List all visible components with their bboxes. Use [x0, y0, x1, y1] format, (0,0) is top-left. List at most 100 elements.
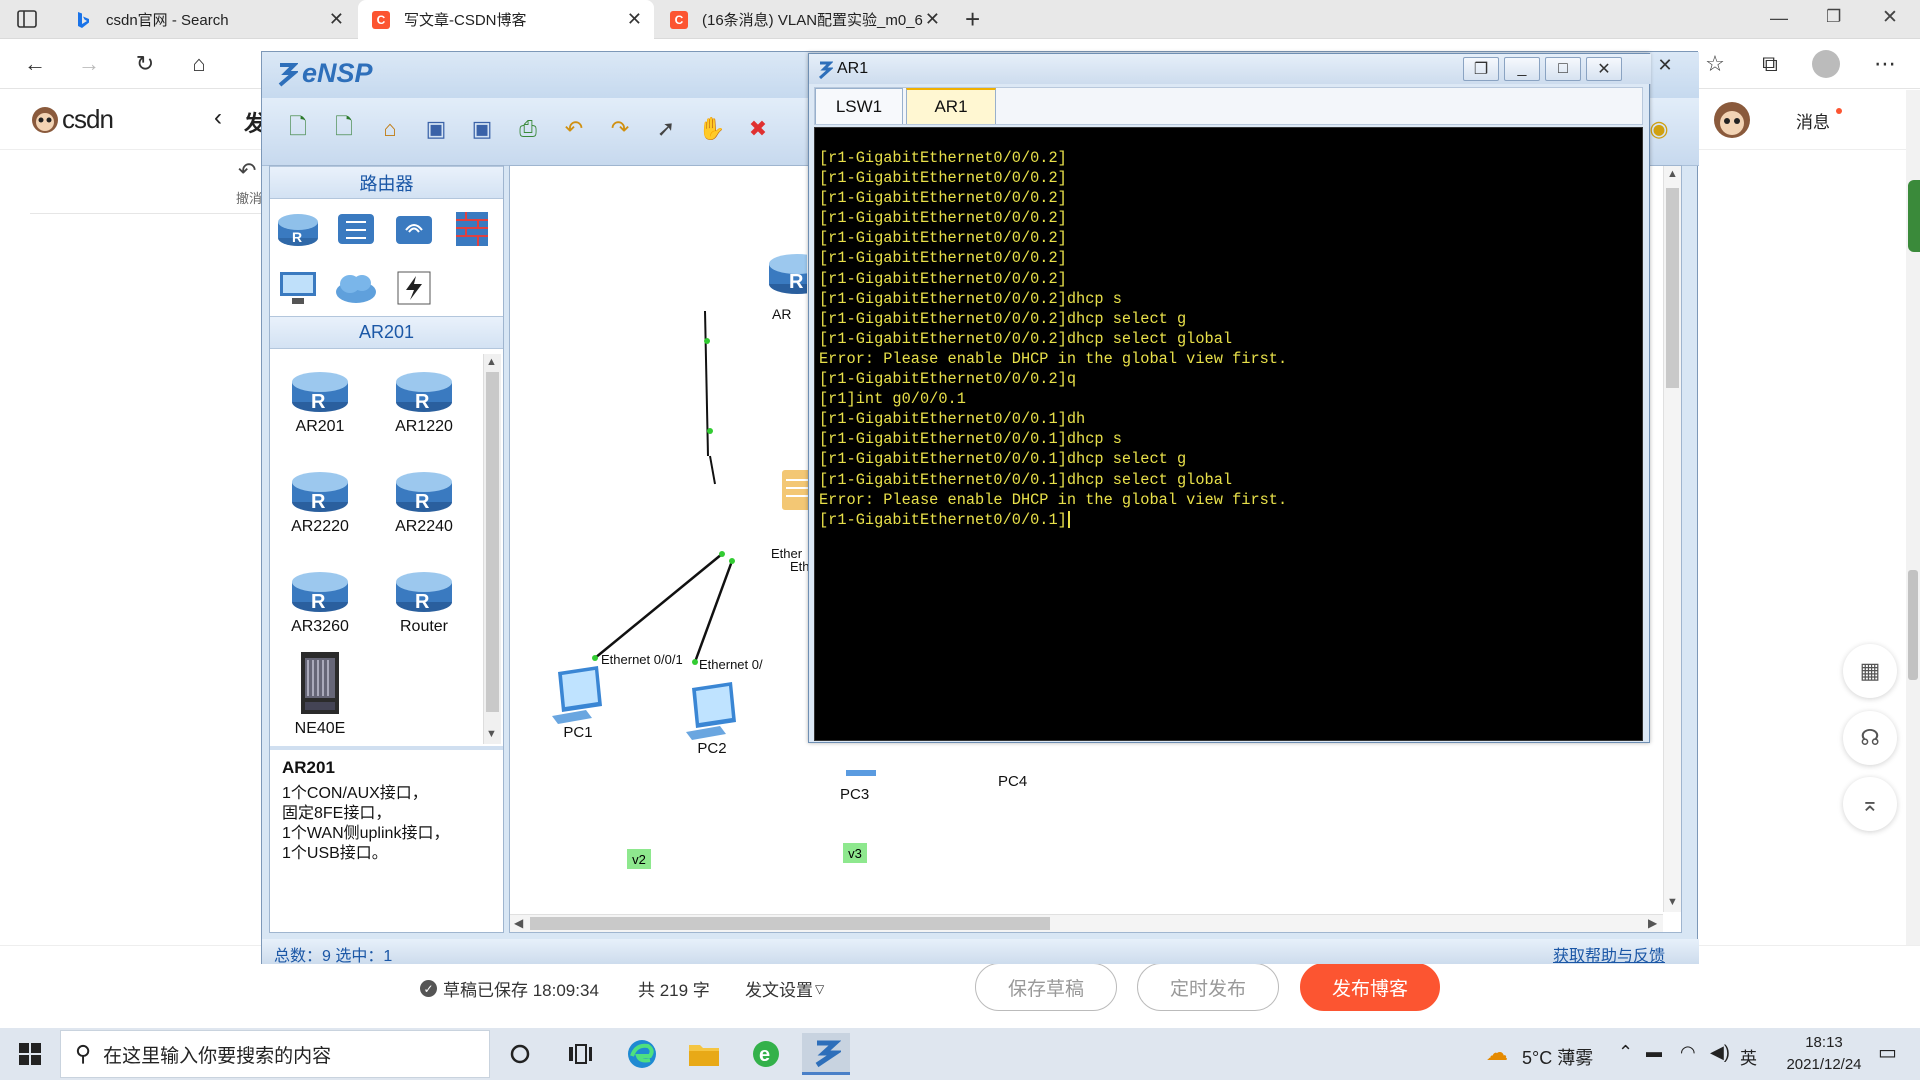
device-ar3260[interactable]: R AR3260	[280, 562, 360, 636]
chevron-left-icon[interactable]: ◀	[514, 916, 523, 930]
device-list-scrollbar[interactable]: ▲ ▼	[483, 354, 501, 744]
new-topology-icon[interactable]: 🗋	[281, 112, 315, 146]
device-ar2220[interactable]: R AR2220	[280, 462, 360, 536]
favorites-icon[interactable]: ☆	[1700, 49, 1730, 79]
ie-browser-icon[interactable]: e	[742, 1033, 790, 1075]
browser-tab-write-article[interactable]: C 写文章-CSDN博客 ✕	[358, 0, 654, 39]
side-widget[interactable]	[1908, 180, 1920, 252]
back-icon[interactable]: ←	[20, 49, 50, 79]
select-pointer-icon[interactable]: ➚	[649, 112, 683, 146]
wifi-icon[interactable]: ◠	[1680, 1042, 1696, 1063]
refresh-icon[interactable]: ↻	[130, 49, 160, 79]
battery-icon[interactable]: ▬	[1646, 1044, 1662, 1062]
task-view-icon[interactable]	[556, 1033, 604, 1075]
windows-start-icon[interactable]	[6, 1033, 54, 1075]
save-icon[interactable]: ▣	[419, 112, 453, 146]
publish-settings[interactable]: 发文设置 ▽	[745, 976, 824, 1001]
maximize-icon[interactable]: □	[1545, 57, 1581, 81]
pc-node[interactable]: PC2	[676, 682, 748, 757]
close-icon[interactable]: ✕	[1586, 57, 1622, 81]
tab-ar1[interactable]: AR1	[906, 88, 996, 124]
device-ar1220[interactable]: R AR1220	[384, 362, 464, 436]
switch-category-icon[interactable]	[334, 208, 378, 248]
chevron-down-icon[interactable]: ▼	[1667, 896, 1678, 908]
chevron-down-icon[interactable]: ▼	[486, 728, 497, 740]
print-icon[interactable]: ⎙	[511, 112, 545, 146]
router-node-icon[interactable]: R	[767, 246, 807, 296]
help-feedback-link[interactable]: 获取帮助与反馈	[1553, 942, 1665, 966]
hand-icon[interactable]: ✋	[695, 112, 729, 146]
home-icon[interactable]: ⌂	[184, 49, 214, 79]
browser-tab-vlan[interactable]: C (16条消息) VLAN配置实验_m0_6 ✕	[656, 0, 952, 39]
firewall-category-icon[interactable]	[450, 208, 494, 248]
cloud-category-icon[interactable]	[334, 268, 378, 308]
restore-icon[interactable]: ❐	[1826, 7, 1841, 27]
chevron-up-icon[interactable]: ▲	[1667, 168, 1678, 180]
router-category-icon[interactable]: R	[276, 208, 320, 248]
schedule-button[interactable]: 定时发布	[1137, 963, 1279, 1011]
save-as-icon[interactable]: ▣	[465, 112, 499, 146]
terminal-screen[interactable]: [r1-GigabitEthernet0/0/0.2] [r1-GigabitE…	[814, 127, 1643, 741]
pc-icon[interactable]	[846, 770, 876, 776]
device-ar201[interactable]: R AR201	[280, 362, 360, 436]
wlan-category-icon[interactable]	[392, 208, 436, 248]
new-example-icon[interactable]: 🗋	[327, 112, 361, 146]
vlan-label[interactable]: v3	[843, 843, 867, 863]
chevron-left-icon[interactable]: ‹	[214, 104, 222, 132]
scrollbar-thumb[interactable]	[1908, 570, 1918, 680]
clock-time[interactable]: 18:13	[1784, 1034, 1864, 1051]
taskbar-search[interactable]: ⚲ 在这里输入你要搜索的内容	[60, 1030, 490, 1078]
chevron-up-icon[interactable]: ▲	[486, 356, 497, 368]
csdn-logo[interactable]: csdn	[30, 104, 114, 135]
clock-date[interactable]: 2021/12/24	[1770, 1056, 1878, 1073]
ensp-close-icon[interactable]: ✕	[1653, 53, 1677, 77]
publish-button[interactable]: 发布博客	[1300, 963, 1440, 1011]
back-to-top-icon[interactable]: ⌅	[1843, 777, 1897, 831]
undo-ensp-icon[interactable]: ↶	[557, 112, 591, 146]
chevron-up-icon[interactable]: ⌃	[1618, 1042, 1633, 1063]
cortana-icon[interactable]	[496, 1033, 544, 1075]
volume-icon[interactable]: ◀)	[1710, 1042, 1730, 1063]
restore-icon[interactable]: ❐	[1463, 57, 1499, 81]
forward-icon[interactable]: →	[74, 49, 104, 79]
minimize-icon[interactable]: _	[1504, 57, 1540, 81]
vlan-label[interactable]: v2	[627, 849, 651, 869]
canvas-vscrollbar[interactable]: ▲ ▼	[1663, 166, 1681, 912]
close-icon[interactable]: ✕	[329, 9, 344, 30]
undo-icon[interactable]: ↶	[238, 158, 256, 184]
weather-text[interactable]: 5°C 薄雾	[1522, 1044, 1593, 1070]
open-icon[interactable]: ⌂	[373, 112, 407, 146]
connection-category-icon[interactable]	[392, 268, 436, 308]
scrollbar-thumb[interactable]	[530, 917, 1050, 930]
device-ar2240[interactable]: R AR2240	[384, 462, 464, 536]
messages-link[interactable]: 消息	[1796, 108, 1830, 133]
pc-category-icon[interactable]	[276, 268, 320, 308]
device-ne40e[interactable]: NE40E	[280, 650, 360, 738]
notification-icon[interactable]: ▭	[1878, 1040, 1897, 1065]
qrcode-icon[interactable]: ▦	[1843, 644, 1897, 698]
device-router[interactable]: R Router	[384, 562, 464, 636]
tab-lsw1[interactable]: LSW1	[815, 88, 903, 124]
browser-tab-bing[interactable]: csdn官网 - Search ✕	[60, 0, 356, 39]
edge-browser-icon[interactable]	[618, 1033, 666, 1075]
more-icon[interactable]: ⋯	[1870, 49, 1900, 79]
chevron-right-icon[interactable]: ▶	[1648, 916, 1657, 930]
profile-avatar[interactable]	[1812, 50, 1840, 78]
ime-indicator[interactable]: 英	[1740, 1044, 1757, 1069]
ensp-taskbar-icon[interactable]	[802, 1033, 850, 1075]
save-draft-button[interactable]: 保存草稿	[975, 963, 1117, 1011]
collections-icon[interactable]: ⧉	[1755, 49, 1785, 79]
new-tab-button[interactable]: +	[965, 4, 980, 35]
close-icon[interactable]: ✕	[925, 9, 940, 30]
close-icon[interactable]: ✕	[627, 9, 642, 30]
delete-icon[interactable]: ✖	[741, 112, 775, 146]
terminal-titlebar[interactable]: AR1 ❐ _ □ ✕	[809, 54, 1651, 84]
scrollbar-thumb[interactable]	[1666, 188, 1679, 388]
close-window-icon[interactable]: ✕	[1882, 6, 1898, 29]
canvas-hscrollbar[interactable]: ◀ ▶	[510, 914, 1663, 932]
redo-icon[interactable]: ↷	[603, 112, 637, 146]
tab-actions-icon[interactable]	[16, 9, 38, 29]
weather-icon[interactable]: ☁	[1486, 1040, 1508, 1066]
customer-service-icon[interactable]: ☊	[1843, 711, 1897, 765]
minimize-icon[interactable]: —	[1770, 8, 1788, 29]
